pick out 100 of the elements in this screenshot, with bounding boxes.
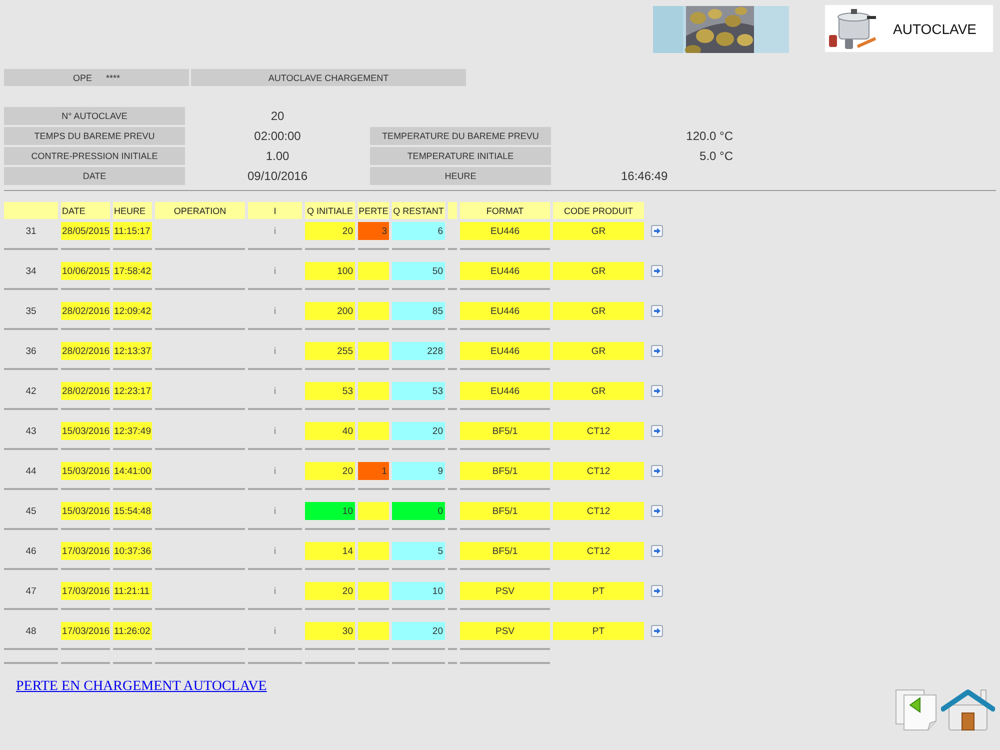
table-cell: PT xyxy=(553,582,644,600)
table-cell: 17/03/2016 xyxy=(61,582,110,600)
table-cell: 10/06/2015 xyxy=(61,262,110,280)
operator-label: OPE xyxy=(72,72,92,82)
table-cell: 11:15:17 xyxy=(113,222,152,240)
table-cell: 28/02/2016 xyxy=(61,342,110,360)
column-header: DATE xyxy=(61,202,110,219)
table-cell: 17/03/2016 xyxy=(61,542,110,560)
table-cell: 12:13:37 xyxy=(113,342,152,360)
table-cell: BF5/1 xyxy=(460,422,550,440)
arrow-icon[interactable] xyxy=(651,625,663,637)
arrow-icon[interactable] xyxy=(651,585,663,597)
info-text: i xyxy=(272,504,278,518)
field-label: DATE xyxy=(4,167,185,185)
table-cell: GR xyxy=(553,342,644,360)
table-cell: 10 xyxy=(392,582,445,600)
row-number: 44 xyxy=(24,464,38,478)
table-cell: PSV xyxy=(460,582,550,600)
table-cell: 28/05/2015 xyxy=(61,222,110,240)
table-cell: GR xyxy=(553,222,644,240)
arrow-icon[interactable] xyxy=(651,225,663,237)
column-header: PERTE xyxy=(358,202,389,219)
table-cell: 10 xyxy=(305,502,355,520)
table-cell: 9 xyxy=(392,462,445,480)
table-cell: EU446 xyxy=(460,302,550,320)
field-label: TEMPERATURE DU BAREME PREVU xyxy=(370,127,551,145)
table-cell: 14 xyxy=(305,542,355,560)
table-cell: 15/03/2016 xyxy=(61,502,110,520)
column-header: OPERATION xyxy=(155,202,245,219)
info-text: i xyxy=(272,464,278,478)
table-cell: CT12 xyxy=(553,502,644,520)
info-text: i xyxy=(272,544,278,558)
table-cell: 0 xyxy=(392,502,445,520)
arrow-icon[interactable] xyxy=(651,345,663,357)
table-cell: GR xyxy=(553,262,644,280)
arrow-icon[interactable] xyxy=(651,425,663,437)
info-text: i xyxy=(272,264,278,278)
table-cell: GR xyxy=(553,302,644,320)
table-cell: EU446 xyxy=(460,222,550,240)
field-label: TEMPS DU BAREME PREVU xyxy=(4,127,185,145)
table-cell: 228 xyxy=(392,342,445,360)
table-cell: 11:21:11 xyxy=(113,582,152,600)
column-header: Q RESTANT xyxy=(392,202,445,219)
table-cell: 11:26:02 xyxy=(113,622,152,640)
info-text: i xyxy=(272,584,278,598)
table-cell: 20 xyxy=(392,622,445,640)
table-cell: PT xyxy=(553,622,644,640)
table-cell: 53 xyxy=(392,382,445,400)
home-icon[interactable] xyxy=(941,689,995,731)
field-value: 1.00 xyxy=(264,148,290,165)
table-cell: 100 xyxy=(305,262,355,280)
info-text: i xyxy=(272,344,278,358)
info-text: i xyxy=(272,424,278,438)
table-cell: 15/03/2016 xyxy=(61,422,110,440)
field-value: 20 xyxy=(270,108,286,125)
field-label: CONTRE-PRESSION INITIALE xyxy=(4,147,185,165)
column-header: HEURE xyxy=(113,202,152,219)
table-cell: CT12 xyxy=(553,422,644,440)
column-header: Q INITIALE xyxy=(305,202,355,219)
arrow-icon[interactable] xyxy=(651,385,663,397)
arrow-icon[interactable] xyxy=(651,305,663,317)
table-cell: 15/03/2016 xyxy=(61,462,110,480)
table-cell: 3 xyxy=(358,222,389,240)
table-cell: 6 xyxy=(392,222,445,240)
table-cell: 85 xyxy=(392,302,445,320)
field-value: 120.0 °C xyxy=(685,128,733,145)
table-cell: BF5/1 xyxy=(460,502,550,520)
back-document-icon[interactable] xyxy=(895,689,937,731)
info-text: i xyxy=(272,304,278,318)
arrow-icon[interactable] xyxy=(651,465,663,477)
table-cell: 255 xyxy=(305,342,355,360)
table-cell: EU446 xyxy=(460,342,550,360)
table-cell: 50 xyxy=(392,262,445,280)
table-cell: PSV xyxy=(460,622,550,640)
table-cell: 1 xyxy=(358,462,389,480)
table-cell: CT12 xyxy=(553,542,644,560)
field-value: 16:46:49 xyxy=(620,168,669,185)
table-cell: EU446 xyxy=(460,262,550,280)
table-cell: GR xyxy=(553,382,644,400)
column-header: FORMAT xyxy=(460,202,550,219)
info-text: i xyxy=(272,384,278,398)
arrow-icon[interactable] xyxy=(651,265,663,277)
table-cell: 17:58:42 xyxy=(113,262,152,280)
report-link[interactable]: PERTE EN CHARGEMENT AUTOCLAVE xyxy=(16,679,267,695)
row-number: 35 xyxy=(24,304,38,318)
table-cell: 12:37:49 xyxy=(113,422,152,440)
row-number: 48 xyxy=(24,624,38,638)
table-cell: 30 xyxy=(305,622,355,640)
arrow-icon[interactable] xyxy=(651,505,663,517)
column-header: CODE PRODUIT xyxy=(553,202,644,219)
pressure-cooker-drawing xyxy=(827,6,877,50)
field-value: 09/10/2016 xyxy=(246,168,309,185)
table-cell: 40 xyxy=(305,422,355,440)
field-value: 5.0 °C xyxy=(698,148,733,165)
arrow-icon[interactable] xyxy=(651,545,663,557)
row-number: 47 xyxy=(24,584,38,598)
row-number: 45 xyxy=(24,504,38,518)
table-cell: 14:41:00 xyxy=(113,462,152,480)
row-number: 43 xyxy=(24,424,38,438)
screen-title: AUTOCLAVE CHARGEMENT xyxy=(191,69,466,86)
